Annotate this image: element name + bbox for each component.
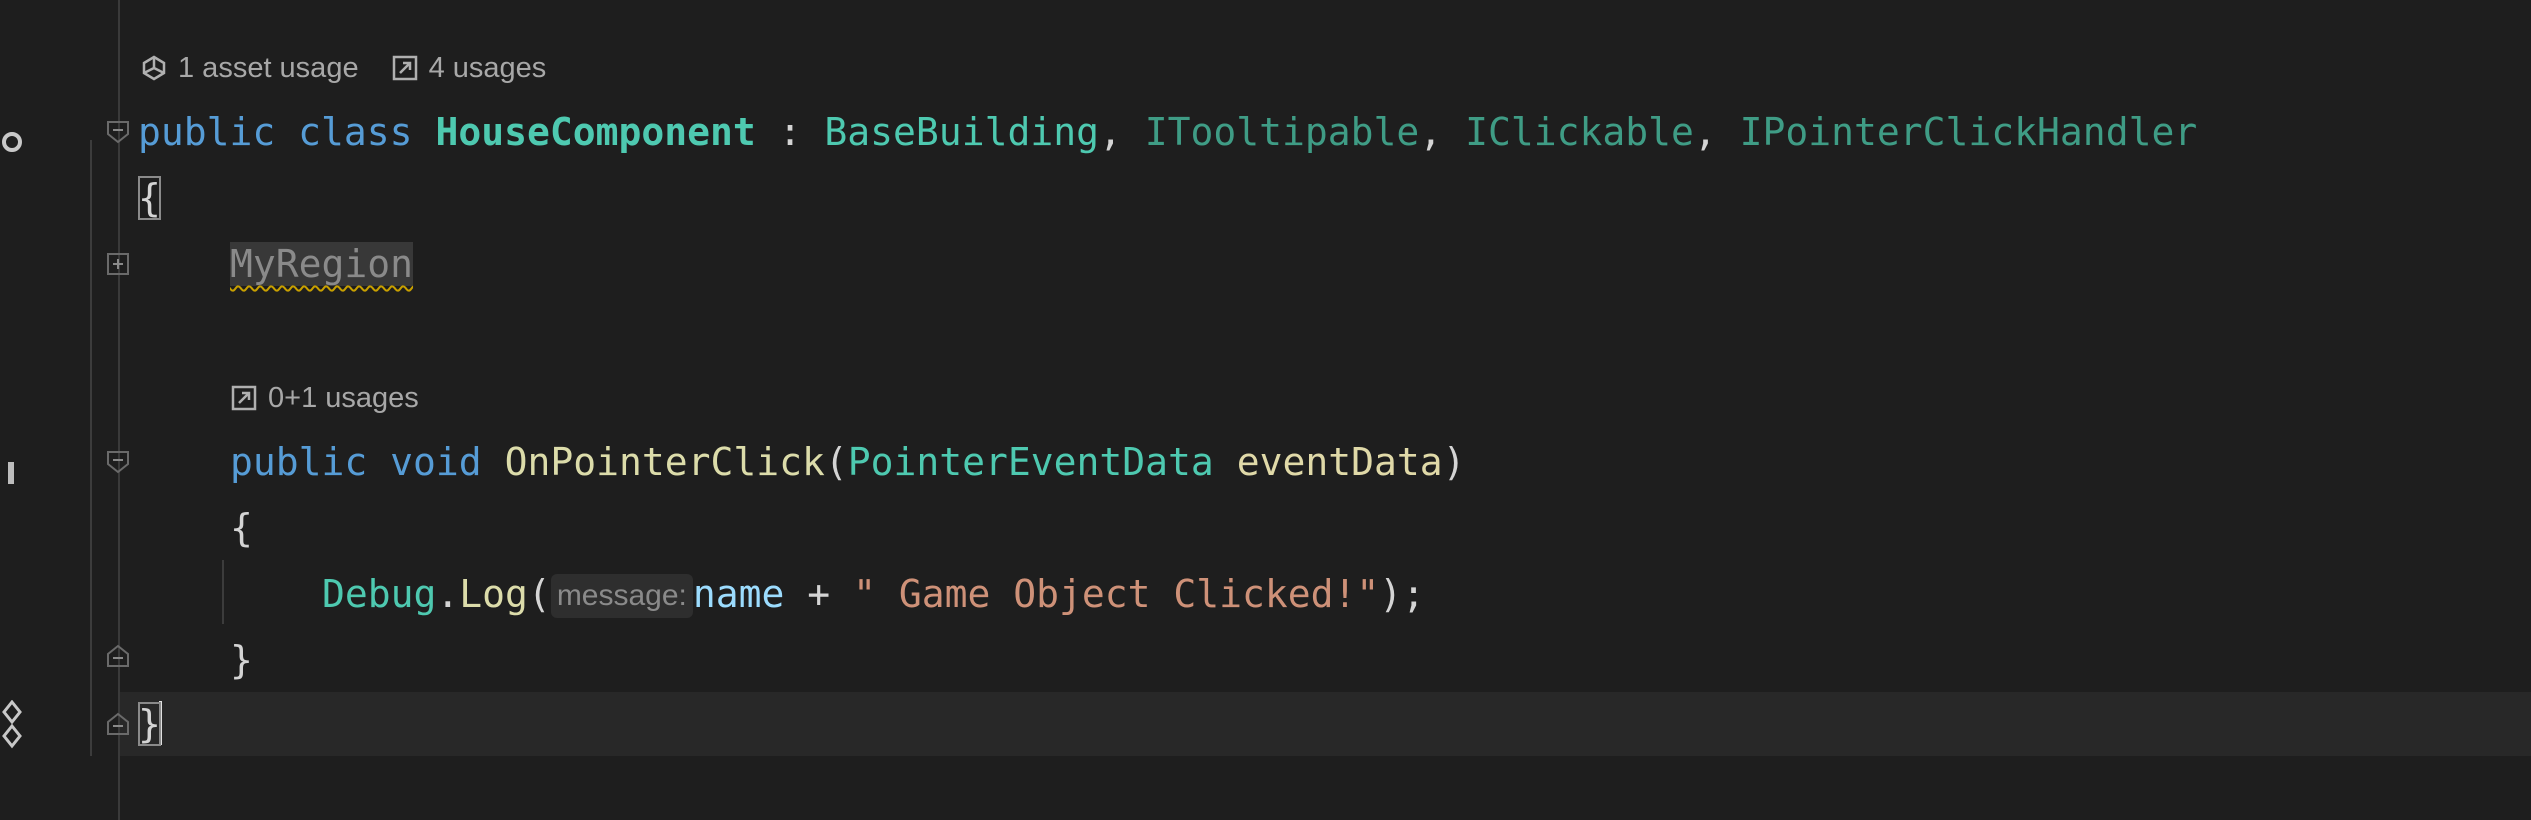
brace: } xyxy=(230,638,253,682)
parameter-name-hint: message: xyxy=(550,574,693,618)
text-caret xyxy=(158,701,162,745)
indent-guide xyxy=(90,140,92,756)
unity-icon xyxy=(142,55,166,81)
interface-tooltipable: ITooltipable xyxy=(1144,110,1420,154)
string-literal: " Game Object Clicked!" xyxy=(853,572,1380,616)
debug-class: Debug xyxy=(322,572,437,616)
code-line-region[interactable]: MyRegion xyxy=(230,232,414,296)
code-line-method-open-brace[interactable]: { xyxy=(230,496,253,560)
matched-brace: } xyxy=(138,702,161,746)
code-line-class-declaration[interactable]: public class HouseComponent : BaseBuildi… xyxy=(138,100,2197,164)
method-usages-label: 0+1 usages xyxy=(268,382,419,414)
keyword-void: void xyxy=(390,440,482,484)
current-line-highlight xyxy=(120,692,2531,756)
code-editor[interactable]: 1 asset usage 4 usages public class Hous… xyxy=(0,0,2531,820)
usages-label: 4 usages xyxy=(428,52,547,84)
comma: , xyxy=(1693,110,1717,154)
paren-open: ( xyxy=(527,572,551,616)
indent-guide xyxy=(222,560,224,624)
colon: : xyxy=(778,110,802,154)
method-name: OnPointerClick xyxy=(504,440,825,484)
external-link-icon xyxy=(231,385,257,411)
code-line-open-brace[interactable]: { xyxy=(138,166,161,230)
fold-end-icon[interactable] xyxy=(106,644,130,668)
interface-clickable: IClickable xyxy=(1465,110,1694,154)
usages-lens[interactable]: 4 usages xyxy=(391,48,547,88)
code-line-close-brace[interactable]: } xyxy=(138,692,162,756)
paren-close: ) xyxy=(1442,440,1466,484)
class-name: HouseComponent xyxy=(435,110,756,154)
code-line-debug-log[interactable]: Debug.Log(message: name + " Game Object C… xyxy=(322,562,1425,626)
param-name: eventData xyxy=(1236,440,1443,484)
asset-usage-lens[interactable]: 1 asset usage xyxy=(140,48,359,88)
class-codelens: 1 asset usage 4 usages xyxy=(140,48,578,88)
plus-operator: + xyxy=(807,572,831,616)
param-type: PointerEventData xyxy=(847,440,1214,484)
brace: { xyxy=(230,506,253,550)
statement-end: ); xyxy=(1379,572,1426,616)
paren-open: ( xyxy=(824,440,848,484)
fold-collapse-icon[interactable] xyxy=(106,120,130,144)
code-line-method-signature[interactable]: public void OnPointerClick(PointerEventD… xyxy=(230,430,1466,494)
code-line-method-close-brace[interactable]: } xyxy=(230,628,253,692)
log-method: Log xyxy=(459,572,528,616)
base-class: BaseBuilding xyxy=(824,110,1099,154)
dot: . xyxy=(436,572,460,616)
name-property: name xyxy=(692,572,785,616)
matched-brace: { xyxy=(138,176,161,220)
external-link-icon xyxy=(392,55,417,81)
asset-usage-label: 1 asset usage xyxy=(178,52,359,84)
keyword-public: public xyxy=(138,110,276,154)
comma: , xyxy=(1098,110,1122,154)
implementation-marker-icon[interactable] xyxy=(6,460,18,486)
unity-event-marker-icon[interactable] xyxy=(0,700,24,750)
fold-collapse-icon[interactable] xyxy=(106,450,130,474)
fold-expand-icon[interactable] xyxy=(106,252,130,276)
method-codelens: 0+1 usages xyxy=(230,378,451,418)
interface-pointer-click-handler: IPointerClickHandler xyxy=(1739,110,2198,154)
keyword-class: class xyxy=(298,110,413,154)
fold-end-icon[interactable] xyxy=(106,712,130,736)
method-usages-lens[interactable]: 0+1 usages xyxy=(230,378,419,418)
keyword-public: public xyxy=(230,440,368,484)
implements-marker-icon[interactable] xyxy=(0,130,24,154)
comma: , xyxy=(1419,110,1443,154)
collapsed-region[interactable]: MyRegion xyxy=(230,242,414,286)
